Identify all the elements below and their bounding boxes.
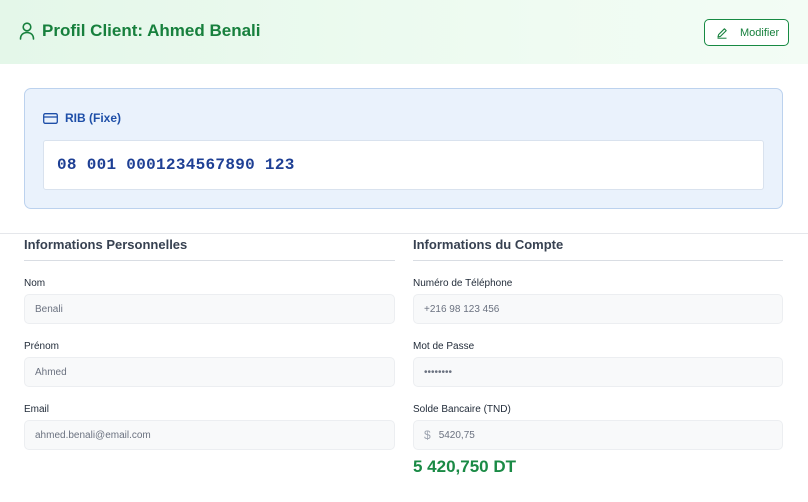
section-divider	[0, 233, 808, 234]
dollar-icon: $	[424, 428, 431, 442]
edit-button[interactable]: Modifier	[704, 19, 789, 46]
first-name-value: Ahmed	[35, 366, 67, 378]
balance-display: 5 420,750 DT	[413, 457, 517, 476]
balance-field[interactable]: $ 5420,75	[413, 420, 783, 450]
rib-value: 08 001 0001234567890 123	[57, 156, 295, 174]
page-title: Profil Client: Ahmed Benali	[19, 21, 261, 41]
balance-value: 5420,75	[438, 429, 475, 441]
credit-card-icon	[43, 112, 58, 124]
password-label: Mot de Passe	[413, 341, 475, 352]
rib-title: RIB (Fixe)	[43, 111, 121, 125]
personal-info-underline	[24, 260, 395, 261]
page-title-text: Profil Client: Ahmed Benali	[42, 21, 261, 40]
password-value: ••••••••	[424, 366, 453, 378]
first-name-label: Prénom	[24, 341, 60, 352]
last-name-value: Benali	[35, 303, 63, 315]
rib-value-box: 08 001 0001234567890 123	[43, 140, 764, 190]
email-label: Email	[24, 404, 50, 415]
edit-button-label: Modifier	[740, 26, 780, 39]
email-value: ahmed.benali@email.com	[35, 429, 151, 441]
account-info-heading: Informations du Compte	[413, 237, 564, 252]
phone-value: +216 98 123 456	[424, 303, 500, 315]
password-field[interactable]: ••••••••	[413, 357, 783, 387]
personal-info-heading: Informations Personnelles	[24, 237, 188, 252]
rib-title-text: RIB (Fixe)	[65, 111, 122, 125]
user-icon	[19, 22, 35, 40]
page-header: Profil Client: Ahmed Benali Modifier	[0, 0, 808, 64]
balance-label: Solde Bancaire (TND)	[413, 404, 511, 415]
first-name-field[interactable]: Ahmed	[24, 357, 395, 387]
email-field[interactable]: ahmed.benali@email.com	[24, 420, 395, 450]
rib-card: RIB (Fixe) 08 001 0001234567890 123	[24, 88, 783, 209]
phone-field[interactable]: +216 98 123 456	[413, 294, 783, 324]
pencil-icon	[717, 27, 727, 39]
last-name-field[interactable]: Benali	[24, 294, 395, 324]
phone-label: Numéro de Téléphone	[413, 278, 513, 289]
last-name-label: Nom	[24, 278, 46, 289]
account-info-underline	[413, 260, 783, 261]
